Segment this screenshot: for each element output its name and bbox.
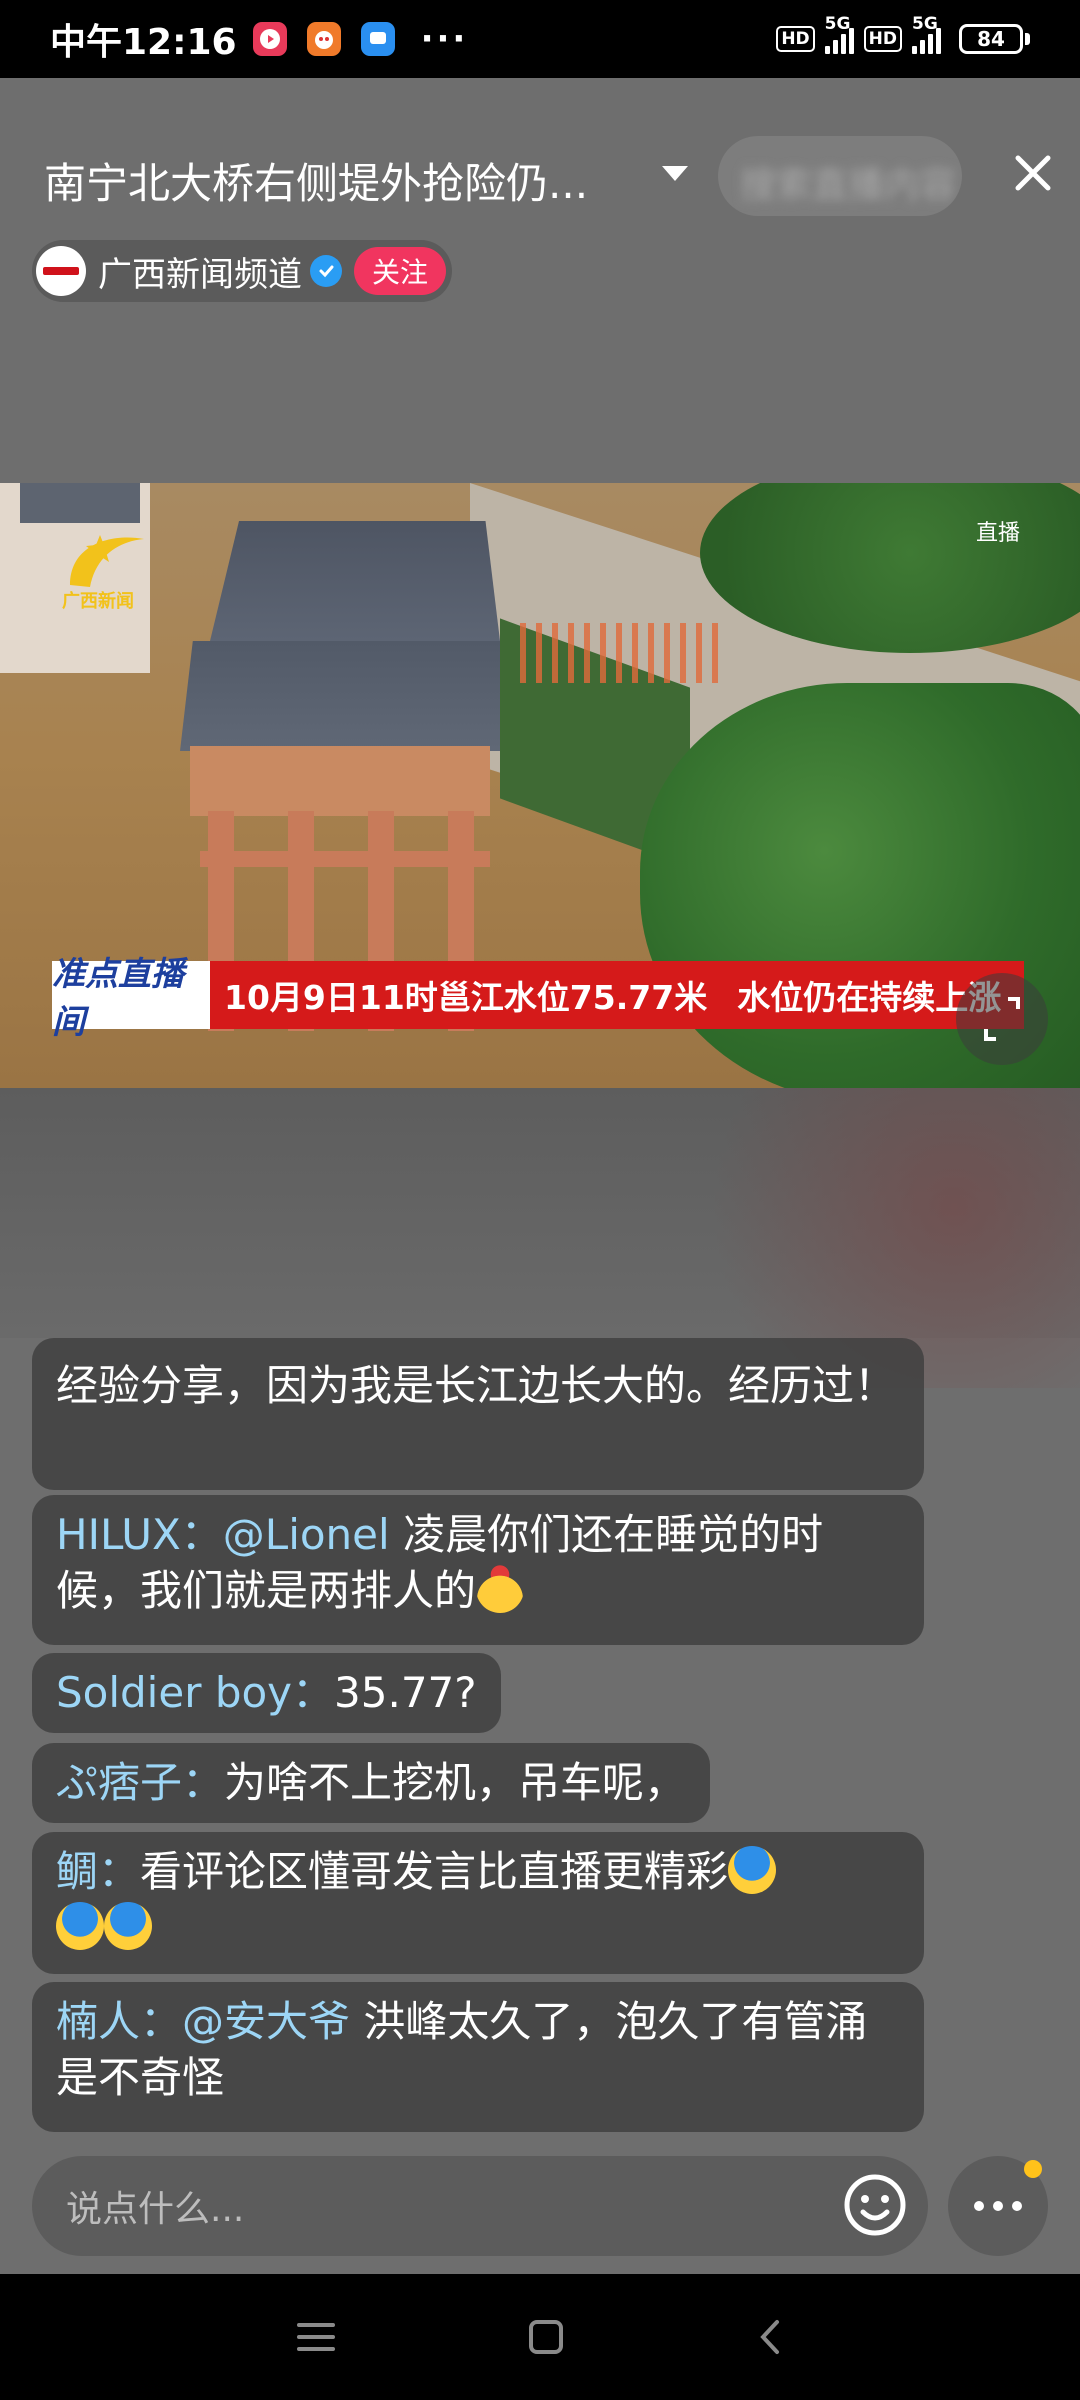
signal-icon: 5G (824, 14, 854, 54)
chat-text: 为啥不上挖机，吊车呢， (224, 1758, 687, 1807)
ticker-headline: 10月9日11时邕江水位75.77米 (224, 978, 708, 1017)
network-type-label: 5G (824, 14, 851, 34)
emoji-icon (104, 1902, 152, 1950)
chat-mention[interactable]: @Lionel (223, 1510, 390, 1559)
video-app-icon (252, 22, 287, 56)
notification-dot (1024, 2160, 1042, 2178)
emoji-icon (56, 1902, 104, 1950)
hd-icon: HD (863, 26, 902, 52)
status-time: 中午12:16 (50, 22, 237, 63)
chat-mention[interactable]: @安大爷 (182, 1997, 350, 2046)
search-input[interactable]: 搜索直播内容 (718, 136, 962, 216)
live-video[interactable]: 广西新闻 直播 准点直播间 10月9日11时邕江水位75.77米 水位仍在持续上… (0, 483, 1080, 1088)
status-overflow-icon: ··· (420, 19, 469, 59)
comment-input[interactable]: 说点什么... (32, 2156, 928, 2256)
emoji-icon (728, 1846, 777, 1894)
blurred-background (0, 1088, 1080, 1388)
chat-message[interactable]: ぷ痞子：为啥不上挖机，吊车呢， (32, 1743, 711, 1823)
ticker-brand-text: 准点直播间 (52, 954, 184, 1041)
chat-message[interactable]: 经验分享，因为我是长江边长大的。经历过！ (32, 1338, 924, 1490)
chat-text: 经验分享，因为我是长江边长大的。经历过！ (56, 1361, 897, 1410)
home-icon[interactable] (527, 2318, 565, 2356)
ticker-brand: 准点直播间 (52, 954, 210, 1041)
chat-message[interactable]: HILUX：@Lionel 凌晨你们还在睡觉的时候，我们就是两排人的 (32, 1495, 924, 1645)
status-indicators: HD 5G HD 5G 84 (776, 14, 1030, 54)
chat-nick[interactable]: 鲷： (56, 1847, 140, 1896)
news-ticker: 准点直播间 10月9日11时邕江水位75.77米 水位仍在持续上涨 (52, 954, 1024, 1041)
network-type-label: 5G (912, 14, 938, 34)
battery-icon: 84 (959, 24, 1030, 54)
chat-message[interactable]: Soldier boy：35.77? (32, 1653, 501, 1733)
back-icon[interactable] (755, 2317, 785, 2357)
fullscreen-icon (984, 997, 1020, 1041)
verified-icon (310, 255, 342, 287)
status-bar: 中午12:16 ··· HD 5G HD 5G 84 (0, 0, 1080, 78)
channel-chip[interactable]: 广西新闻频道 关注 (32, 240, 453, 302)
channel-name[interactable]: 广西新闻频道 (98, 247, 302, 296)
game-app-icon (306, 22, 341, 56)
emoji-picker-icon[interactable] (842, 2172, 908, 2238)
battery-level: 84 (959, 24, 1023, 54)
chat-nick[interactable]: ぷ痞子： (56, 1758, 224, 1807)
chat-message[interactable]: 鲷：看评论区懂哥发言比直播更精彩 (32, 1832, 924, 1974)
follow-button[interactable]: 关注 (354, 247, 447, 295)
fullscreen-button[interactable] (956, 973, 1048, 1065)
video-logo-text: 广西新闻 (62, 591, 134, 612)
close-icon[interactable] (1010, 150, 1056, 196)
search-placeholder: 搜索直播内容 (740, 165, 957, 206)
chat-nick[interactable]: HILUX： (56, 1510, 223, 1559)
status-notification-icons: ··· (252, 19, 469, 59)
emoji-icon (476, 1565, 525, 1613)
hd-icon: HD (776, 26, 815, 52)
chat-nick[interactable]: Soldier boy： (56, 1668, 334, 1717)
chat-nick[interactable]: 楠人： (56, 1997, 182, 2046)
menu-icon[interactable] (295, 2319, 337, 2355)
chat-text: 看评论区懂哥发言比直播更精彩 (140, 1847, 729, 1896)
live-label: 直播 (976, 521, 1021, 546)
chat-text: 35.77? (334, 1668, 477, 1717)
chevron-down-icon[interactable] (662, 166, 688, 181)
message-app-icon (360, 22, 395, 56)
chat-message[interactable]: 楠人：@安大爷 洪峰太久了，泡久了有管涌是不奇怪 (32, 1982, 924, 2132)
comment-placeholder: 说点什么... (66, 2189, 245, 2230)
signal-icon: 5G (912, 14, 941, 54)
live-title[interactable]: 南宁北大桥右侧堤外抢险仍... (44, 150, 588, 211)
system-nav-bar (0, 2274, 1080, 2400)
channel-avatar[interactable] (36, 246, 86, 296)
